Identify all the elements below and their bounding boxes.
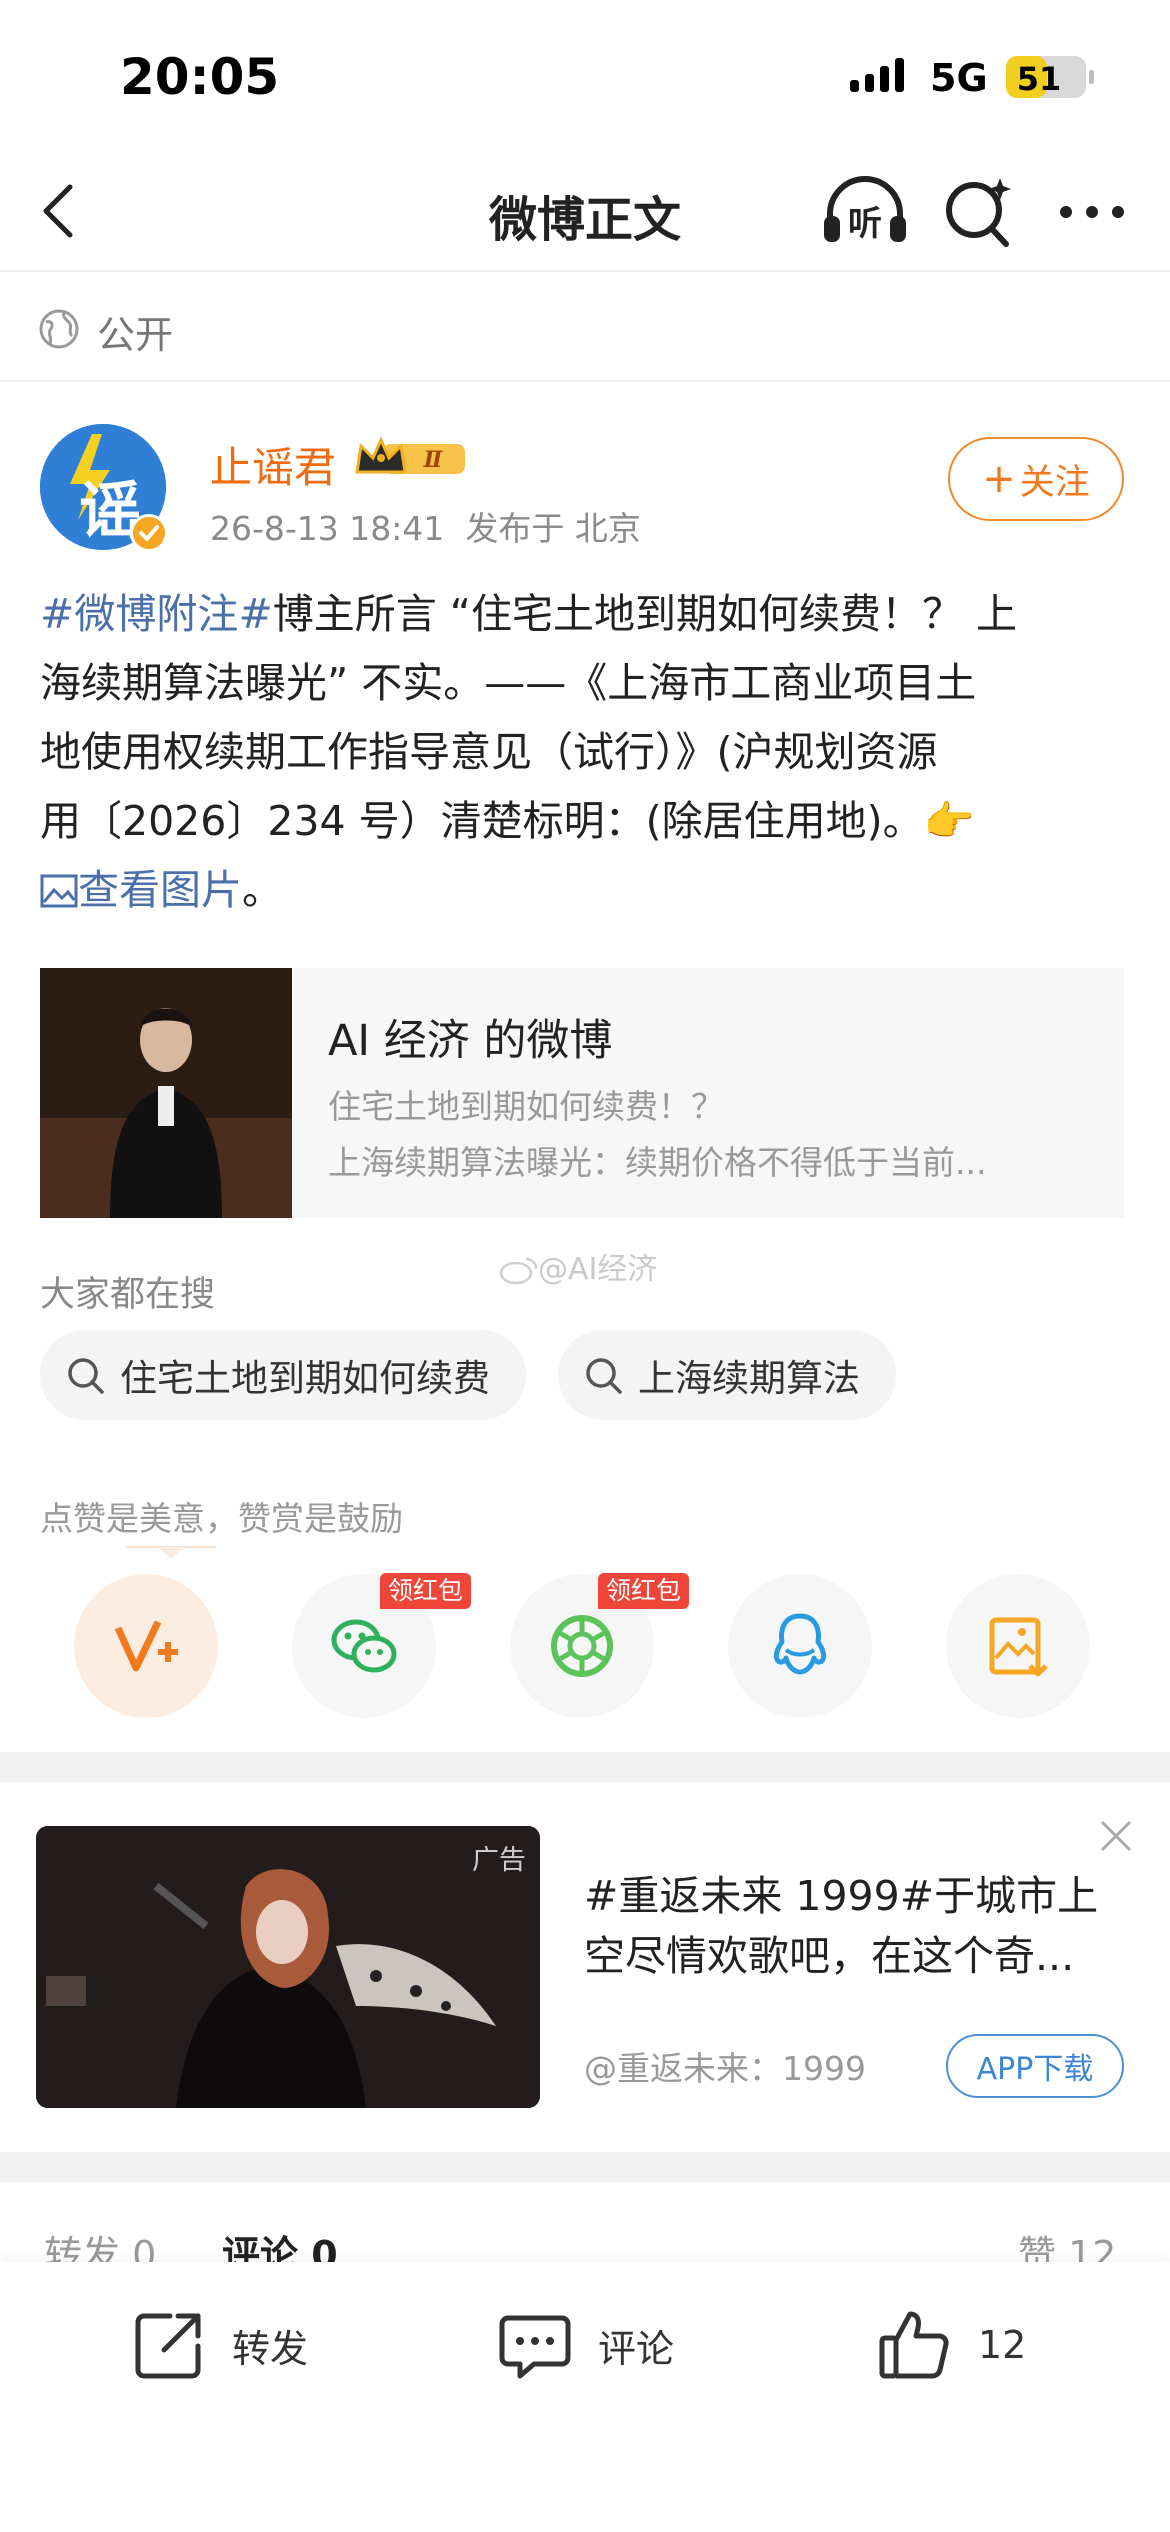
card-title: AI 经济 的微博	[328, 1016, 613, 1066]
repost-card[interactable]: AI 经济 的微博 住宅土地到期如何续费！？ 上海续期算法曝光：续期价格不得低于…	[40, 968, 1124, 1218]
hot-search-chip-2[interactable]: 上海续期算法	[558, 1330, 896, 1420]
hot-search-chip-label: 上海续期算法	[638, 1357, 860, 1400]
reward-button[interactable]	[74, 1574, 218, 1718]
more-icon[interactable]	[1052, 172, 1132, 252]
plus-icon: +	[982, 456, 1016, 502]
section-separator	[0, 2152, 1170, 2182]
app-download-button[interactable]: APP下载	[946, 2034, 1124, 2098]
watermark-text: @AI经济	[538, 1252, 658, 1287]
member-crown-icon: Ⅱ	[355, 436, 465, 474]
ad-text-line-2: 空尽情欢歌吧，在这个奇...	[584, 1932, 1075, 1980]
ad-image[interactable]: 广告	[36, 1826, 540, 2108]
ad-account: @重返未来：1999	[584, 2049, 866, 2088]
view-image-link[interactable]: 查看图片	[40, 866, 242, 914]
image-icon	[40, 874, 78, 908]
search-icon[interactable]	[940, 172, 1018, 252]
battery-level: 51	[1016, 60, 1062, 98]
interaction-tabs: 转发 0 评论 0 赞 12	[0, 2184, 1170, 2264]
post-location: 发布于 北京	[465, 509, 641, 548]
repost-button[interactable]: 转发	[130, 2300, 308, 2390]
visibility-label: 公开	[97, 313, 174, 357]
member-level: Ⅱ	[423, 447, 444, 473]
vplus-icon	[114, 1620, 178, 1672]
card-line-1: 住宅土地到期如何续费！？	[328, 1087, 724, 1126]
section-separator	[0, 1752, 1170, 1782]
search-icon	[68, 1358, 104, 1394]
headphone-listen-icon[interactable]: 听	[820, 172, 910, 252]
post-line-3: 地使用权续期工作指导意见（试行）》(沪规划资源	[40, 728, 938, 776]
qq-icon	[773, 1613, 827, 1675]
visibility-row: 公开	[0, 272, 1170, 382]
hot-search-title: 大家都在搜	[40, 1275, 216, 1315]
view-image-label: 查看图片	[78, 866, 242, 914]
follow-button[interactable]: + 关注	[948, 437, 1124, 521]
signal-icon	[850, 58, 904, 92]
post-date: 26-8-13 18:41	[210, 509, 445, 548]
qq-share-button[interactable]	[728, 1574, 872, 1718]
like-button[interactable]: 12	[876, 2300, 1026, 2390]
listen-label: 听	[848, 204, 882, 244]
status-bar: 20:05 5G 51	[0, 0, 1170, 150]
card-line-2: 上海续期算法曝光：续期价格不得低于当前...	[328, 1143, 987, 1182]
comment-icon	[499, 2315, 571, 2379]
tab-like[interactable]: 赞 12	[1018, 2224, 1116, 2264]
post-text: #微博附注#博主所言 “住宅土地到期如何续费！？ 上 海续期算法曝光” 不实。—…	[40, 580, 1130, 925]
bottom-action-bar: 转发 评论 12	[0, 2262, 1170, 2532]
tab-repost[interactable]: 转发 0	[44, 2224, 156, 2264]
post-line-1: 博主所言 “住宅土地到期如何续费！？ 上	[272, 590, 1018, 638]
globe-icon	[39, 309, 79, 349]
repost-label: 转发	[232, 2326, 309, 2371]
follow-label: 关注	[1019, 462, 1090, 503]
share-hint: 点赞是美意，赞赏是鼓励	[40, 1499, 403, 1538]
verified-badge-icon	[130, 514, 168, 552]
watermark: @AI经济	[498, 1244, 657, 1288]
ad-text[interactable]: #重返未来 1999#于城市上 空尽情欢歌吧，在这个奇...	[584, 1866, 1124, 1986]
thumbs-up-icon	[879, 2311, 949, 2379]
author-name[interactable]: 止谣君	[210, 434, 336, 495]
post-meta: 26-8-13 18:41 发布于 北京	[210, 502, 641, 550]
close-icon[interactable]	[1096, 1816, 1136, 1856]
hot-search-chip-1[interactable]: 住宅土地到期如何续费	[40, 1330, 526, 1420]
back-arrow-icon[interactable]	[28, 175, 98, 245]
pointing-hand-emoji: 👉	[923, 797, 975, 845]
network-label: 5G	[930, 56, 988, 100]
post-line-2: 海续期算法曝光” 不实。——《上海市工商业项目土	[40, 659, 977, 707]
pointer-arrow	[126, 1546, 216, 1559]
comment-label: 评论	[598, 2326, 675, 2371]
save-image-icon	[989, 1617, 1048, 1677]
status-time: 20:05	[120, 48, 280, 106]
hongbao-badge: 领红包	[380, 1573, 472, 1609]
battery-icon: 51	[1006, 56, 1094, 98]
hot-search-chip-label: 住宅土地到期如何续费	[120, 1357, 490, 1400]
post-ending: 。	[242, 866, 283, 914]
nav-bar: 微博正文 听	[0, 150, 1170, 272]
post-line-4: 用〔2026〕234 号）清楚标明：(除居住用地)。	[40, 797, 924, 845]
repost-icon	[135, 2313, 201, 2379]
search-icon	[586, 1358, 622, 1394]
wechat-icon	[331, 1619, 397, 1673]
hashtag-link[interactable]: #微博附注#	[40, 590, 273, 638]
like-count: 12	[978, 2323, 1027, 2367]
hongbao-badge: 领红包	[598, 1573, 690, 1609]
weibo-logo-icon	[499, 1257, 538, 1285]
ad-text-line-1: #重返未来 1999#于城市上	[584, 1872, 1099, 1920]
moments-icon	[551, 1615, 613, 1677]
tab-comment[interactable]: 评论 0	[222, 2224, 338, 2264]
save-image-button[interactable]	[946, 1574, 1090, 1718]
ad-tag: 广告	[472, 1845, 526, 1876]
card-thumbnail	[40, 968, 292, 1218]
comment-button[interactable]: 评论	[496, 2300, 674, 2390]
